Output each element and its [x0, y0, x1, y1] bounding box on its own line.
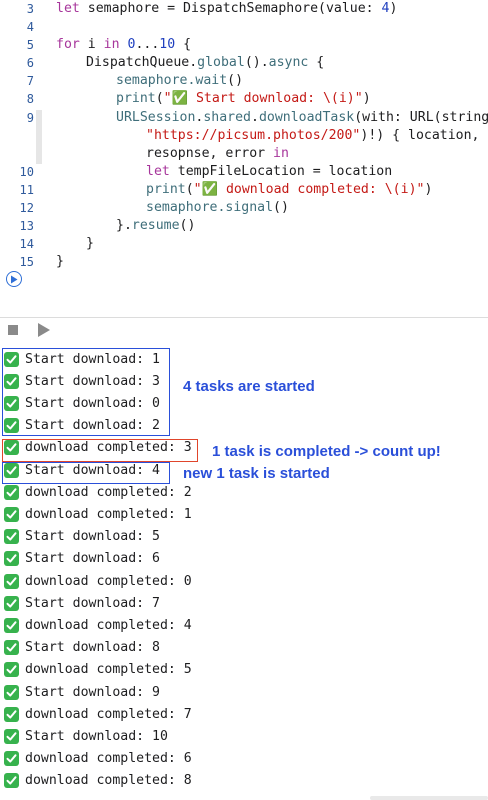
check-mark-icon: [4, 773, 19, 789]
line-number: 8: [26, 92, 34, 106]
line-number: 4: [26, 20, 34, 34]
console-line-text: Start download: 7: [25, 595, 160, 611]
console-line: Start download: 5: [4, 526, 160, 548]
console-line: Start download: 6: [4, 548, 160, 570]
check-mark-icon: [4, 484, 19, 500]
console-line-text: download completed: 4: [25, 617, 192, 633]
run-playground-button[interactable]: [6, 271, 22, 287]
code-line-11: print("✅ download completed: \(i)"): [146, 182, 433, 197]
console-line: download completed: 4: [4, 614, 192, 636]
check-mark-icon: [4, 506, 19, 522]
check-mark-icon: [4, 573, 19, 589]
play-icon: [11, 275, 18, 283]
code-line-9: URLSession.shared.downloadTask(with: URL…: [116, 110, 488, 125]
check-mark-icon: [4, 751, 19, 767]
console-line: download completed: 8: [4, 770, 192, 792]
check-mark-icon: [4, 640, 19, 656]
code-line-14: }: [86, 236, 94, 251]
panel-divider: [0, 317, 488, 318]
console-line-text: Start download: 9: [25, 684, 160, 700]
code-line-5: for i in 0...10 {: [56, 37, 192, 52]
console-line-text: Start download: 6: [25, 551, 160, 567]
code-line-7: semaphore.wait(): [116, 73, 244, 88]
line-number: 6: [26, 56, 34, 70]
console-line-text: download completed: 7: [25, 706, 192, 722]
line-number: 7: [26, 74, 34, 88]
code-line-9-wrap-1: "https://picsum.photos/200")!) { locatio…: [146, 128, 480, 143]
console-line-text: Start download: 10: [25, 728, 168, 744]
line-number: 3: [26, 2, 34, 16]
console-line-text: download completed: 6: [25, 751, 192, 767]
console-line-text: download completed: 5: [25, 662, 192, 678]
console-line: download completed: 6: [4, 748, 192, 770]
check-mark-icon: [4, 595, 19, 611]
console-line: download completed: 1: [4, 503, 192, 525]
check-mark-icon: [4, 551, 19, 567]
annotation-box-completed: [2, 439, 198, 462]
check-mark-icon: [4, 662, 19, 678]
console-line-text: Start download: 8: [25, 640, 160, 656]
line-number: 14: [19, 237, 34, 251]
check-mark-icon: [4, 728, 19, 744]
console-line: download completed: 7: [4, 703, 192, 725]
code-line-6: DispatchQueue.global().async {: [86, 55, 325, 70]
code-editor[interactable]: 3 4 5 6 7 8 9 10 11 12 13 14 15 let sema…: [0, 0, 488, 290]
console-line-text: download completed: 0: [25, 573, 192, 589]
line-number: 13: [19, 219, 34, 233]
console-line: Start download: 8: [4, 637, 160, 659]
check-mark-icon: [4, 706, 19, 722]
line-number: 15: [19, 255, 34, 269]
stop-icon[interactable]: [8, 325, 18, 335]
check-mark-icon: [4, 684, 19, 700]
console-line: Start download: 9: [4, 681, 160, 703]
code-line-13: }.resume(): [116, 218, 196, 233]
line-number: 11: [19, 183, 34, 197]
console-line-text: Start download: 5: [25, 529, 160, 545]
code-line-9-wrap-2: resopnse, error in: [146, 146, 289, 161]
annotation-box-started: [2, 348, 170, 436]
code-line-3: let semaphore = DispatchSemaphore(value:…: [56, 1, 398, 16]
code-line-12: semaphore.signal(): [146, 200, 289, 215]
scrollbar[interactable]: [370, 796, 488, 800]
line-number: 9: [26, 111, 34, 125]
console-line: Start download: 10: [4, 725, 168, 747]
annotation-tasks-started: 4 tasks are started: [183, 378, 315, 395]
line-number: 10: [19, 165, 34, 179]
console-line-text: download completed: 2: [25, 484, 192, 500]
console-line: Start download: 7: [4, 592, 160, 614]
console-line: download completed: 2: [4, 481, 192, 503]
console-line-text: download completed: 8: [25, 773, 192, 789]
code-line-15: }: [56, 254, 64, 269]
annotation-task-completed: 1 task is completed -> count up!: [212, 443, 441, 460]
line-number: 5: [26, 38, 34, 52]
console-line: download completed: 0: [4, 570, 192, 592]
debug-toolbar: [0, 320, 488, 342]
annotation-box-new-task: [2, 462, 170, 484]
play-icon[interactable]: [38, 323, 50, 337]
line-number: 12: [19, 201, 34, 215]
code-line-10: let tempFileLocation = location: [146, 164, 393, 179]
console-line: download completed: 5: [4, 659, 192, 681]
annotation-new-task: new 1 task is started: [183, 465, 330, 482]
check-mark-icon: [4, 617, 19, 633]
check-mark-icon: [4, 529, 19, 545]
console-line-text: download completed: 1: [25, 506, 192, 522]
wrapped-line-marker: [36, 110, 42, 164]
code-line-8: print("✅ Start download: \(i)"): [116, 91, 371, 106]
